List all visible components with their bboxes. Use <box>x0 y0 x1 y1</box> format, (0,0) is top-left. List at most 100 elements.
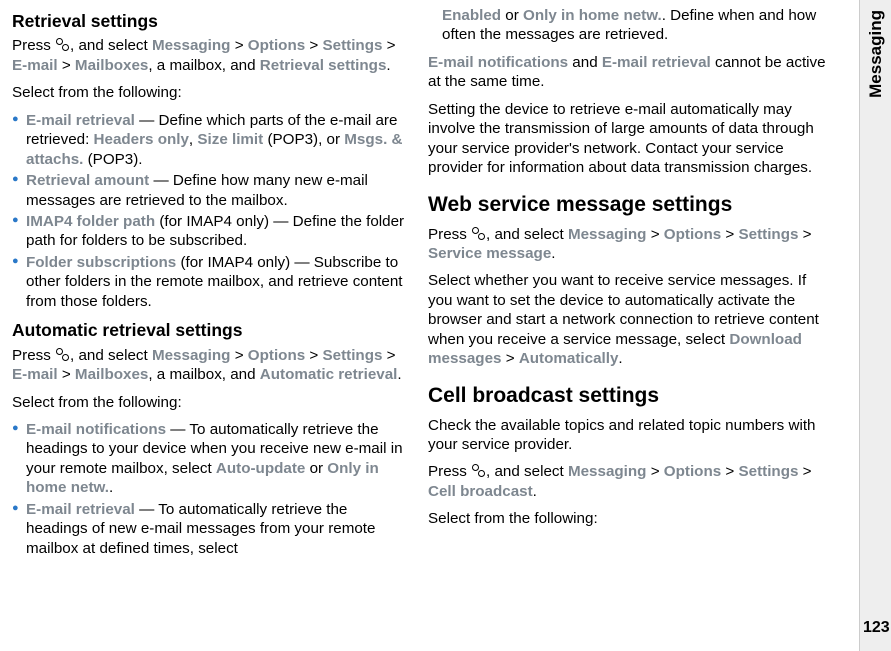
text: (POP3). <box>83 151 142 168</box>
term-email-notifications: E-mail notifications <box>428 54 568 71</box>
data-charges-warning: Setting the device to retrieve e-mail au… <box>428 100 826 178</box>
term-auto-update: Auto-update <box>216 460 305 477</box>
term-cell-broadcast: Cell broadcast <box>428 483 533 500</box>
text: , a mailbox, and <box>148 366 259 383</box>
term-options: Options <box>248 37 305 54</box>
term-options: Options <box>664 226 721 243</box>
term-messaging: Messaging <box>152 37 231 54</box>
separator-gt: > <box>235 37 244 54</box>
term-automatic-retrieval: Automatic retrieval <box>260 366 398 383</box>
heading-web-service: Web service message settings <box>428 192 826 219</box>
text: . <box>533 483 537 500</box>
separator-gt: > <box>803 463 812 480</box>
term-options: Options <box>664 463 721 480</box>
menu-key-icon <box>55 38 70 52</box>
text: Press <box>12 347 55 364</box>
term-imap4-folder-path: IMAP4 folder path <box>26 213 155 230</box>
right-column: Enabled or Only in home netw.. Define wh… <box>418 0 836 651</box>
heading-retrieval-settings: Retrieval settings <box>12 10 410 32</box>
text: , a mailbox, and <box>148 57 259 74</box>
separator-gt: > <box>803 226 812 243</box>
term-email: E-mail <box>12 57 58 74</box>
term-settings: Settings <box>323 347 383 364</box>
web-service-body: Select whether you want to receive servi… <box>428 271 826 368</box>
text: Press <box>12 37 55 54</box>
cell-broadcast-intro: Check the available topics and related t… <box>428 416 826 455</box>
list-item: E-mail retrieval — To automatically retr… <box>12 500 410 558</box>
text: (POP3), or <box>263 131 344 148</box>
side-tab-label: Messaging <box>866 10 886 98</box>
page: Retrieval settings Press , and select Me… <box>0 0 891 651</box>
term-size-limit: Size limit <box>197 131 263 148</box>
continuation-paragraph: Enabled or Only in home netw.. Define wh… <box>428 6 826 45</box>
cell-broadcast-path-paragraph: Press , and select Messaging > Options >… <box>428 462 826 501</box>
select-from: Select from the following: <box>428 509 826 528</box>
term-only-home-netw: Only in home netw. <box>523 7 662 24</box>
retrieval-path-paragraph: Press , and select Messaging > Options >… <box>12 36 410 75</box>
separator-gt: > <box>506 350 515 367</box>
term-settings: Settings <box>323 37 383 54</box>
term-mailboxes: Mailboxes <box>75 366 148 383</box>
separator-gt: > <box>725 463 734 480</box>
term-folder-subscriptions: Folder subscriptions <box>26 254 176 271</box>
separator-gt: > <box>651 226 660 243</box>
term-options: Options <box>248 347 305 364</box>
side-tab: Messaging 123 <box>859 0 891 651</box>
separator-gt: > <box>725 226 734 243</box>
separator-gt: > <box>387 37 396 54</box>
heading-cell-broadcast: Cell broadcast settings <box>428 383 826 410</box>
term-email-retrieval: E-mail retrieval <box>26 112 135 129</box>
text: , and select <box>486 226 568 243</box>
term-messaging: Messaging <box>568 463 647 480</box>
term-headers-only: Headers only <box>94 131 189 148</box>
term-service-message: Service message <box>428 245 551 262</box>
auto-retrieval-path-paragraph: Press , and select Messaging > Options >… <box>12 346 410 385</box>
separator-gt: > <box>651 463 660 480</box>
left-column: Retrieval settings Press , and select Me… <box>0 0 418 651</box>
term-email-retrieval: E-mail retrieval <box>26 501 135 518</box>
text: , and select <box>486 463 568 480</box>
separator-gt: > <box>235 347 244 364</box>
heading-automatic-retrieval: Automatic retrieval settings <box>12 319 410 341</box>
list-item: Folder subscriptions (for IMAP4 only) — … <box>12 253 410 311</box>
select-from: Select from the following: <box>12 393 410 412</box>
term-settings: Settings <box>739 463 799 480</box>
text: . <box>618 350 622 367</box>
text: . <box>109 479 113 496</box>
term-email: E-mail <box>12 366 58 383</box>
page-number: 123 <box>863 619 890 637</box>
select-from: Select from the following: <box>12 83 410 102</box>
text: . <box>551 245 555 262</box>
term-messaging: Messaging <box>568 226 647 243</box>
term-enabled: Enabled <box>442 7 501 24</box>
term-email-notifications: E-mail notifications <box>26 421 166 438</box>
term-messaging: Messaging <box>152 347 231 364</box>
menu-key-icon <box>55 348 70 362</box>
list-item: E-mail notifications — To automatically … <box>12 420 410 498</box>
term-email-retrieval: E-mail retrieval <box>602 54 711 71</box>
menu-key-icon <box>471 227 486 241</box>
term-retrieval-amount: Retrieval amount <box>26 172 149 189</box>
term-settings: Settings <box>739 226 799 243</box>
text: . <box>386 57 390 74</box>
separator-gt: > <box>309 347 318 364</box>
separator-gt: > <box>62 57 71 74</box>
term-mailboxes: Mailboxes <box>75 57 148 74</box>
list-item: E-mail retrieval — Define which parts of… <box>12 111 410 169</box>
menu-key-icon <box>471 464 486 478</box>
text: Press <box>428 226 471 243</box>
retrieval-list: E-mail retrieval — Define which parts of… <box>12 111 410 312</box>
text: , and select <box>70 347 152 364</box>
term-retrieval-settings: Retrieval settings <box>260 57 387 74</box>
list-item: Retrieval amount — Define how many new e… <box>12 171 410 210</box>
text: or <box>305 460 327 477</box>
separator-gt: > <box>309 37 318 54</box>
separator-gt: > <box>387 347 396 364</box>
separator-gt: > <box>62 366 71 383</box>
text: Press <box>428 463 471 480</box>
text: and <box>568 54 602 71</box>
auto-retrieval-list: E-mail notifications — To automatically … <box>12 420 410 558</box>
web-service-path-paragraph: Press , and select Messaging > Options >… <box>428 225 826 264</box>
text: or <box>501 7 523 24</box>
text: . <box>397 366 401 383</box>
